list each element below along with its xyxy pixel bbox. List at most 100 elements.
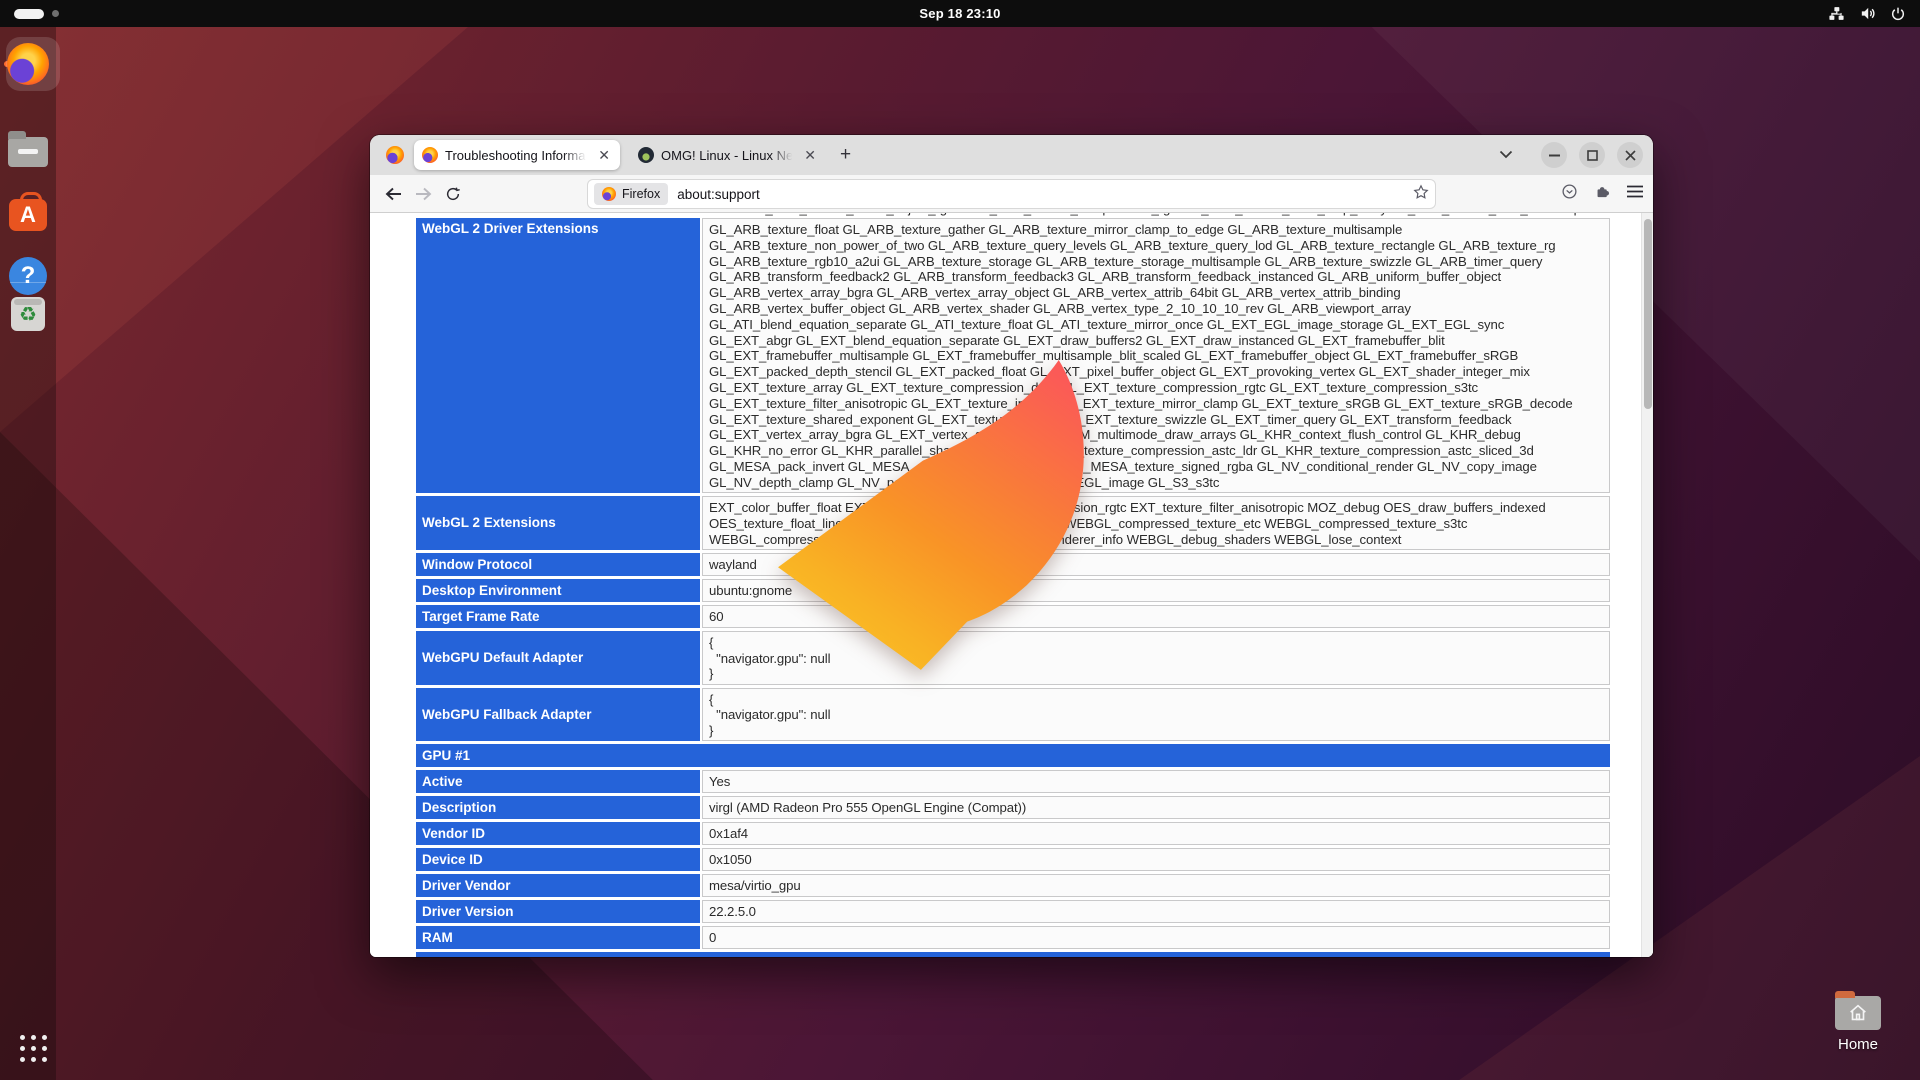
grid-dot — [31, 1046, 36, 1051]
tab-close-icon[interactable]: ✕ — [596, 146, 612, 164]
home-folder-icon — [1835, 996, 1881, 1030]
row-label: Description — [416, 796, 700, 819]
reload-button[interactable] — [438, 179, 468, 209]
value-line: { — [709, 692, 1605, 708]
firefox-icon — [7, 43, 49, 85]
help-icon: ? — [9, 257, 47, 295]
volume-icon[interactable] — [1859, 5, 1876, 22]
ubuntu-software-icon: A — [9, 199, 47, 231]
table-row: Device ID 0x1050 — [416, 848, 1610, 871]
dock-item-files[interactable] — [8, 129, 48, 167]
value-line: 0x1050 — [709, 852, 1605, 868]
value-line: GL_ARB_vertex_buffer_object GL_ARB_verte… — [709, 301, 1605, 317]
row-value: 0x1af4 — [702, 822, 1610, 845]
forward-button[interactable] — [408, 179, 438, 209]
desktop: Sep 18 23:10 A ? ♻ — [0, 0, 1920, 1080]
row-value: { "navigator.gpu": null} — [702, 688, 1610, 742]
scrollbar-thumb[interactable] — [1644, 219, 1652, 409]
tab-close-icon[interactable]: ✕ — [802, 146, 818, 164]
tab-title: OMG! Linux - Linux News, — [661, 148, 795, 163]
value-line: } — [709, 723, 1605, 739]
value-line: 0x1af4 — [709, 826, 1605, 842]
workspace-pill-active[interactable] — [14, 9, 44, 19]
url-text[interactable]: about:support — [677, 187, 1413, 202]
maximize-button[interactable] — [1579, 142, 1605, 168]
row-value: virgl (AMD Radeon Pro 555 OpenGL Engine … — [702, 796, 1610, 819]
firefox-view-icon[interactable] — [386, 146, 404, 164]
table-row: Driver Vendor mesa/virtio_gpu — [416, 874, 1610, 897]
close-button[interactable] — [1617, 142, 1643, 168]
workspace-dot[interactable] — [52, 10, 59, 17]
value-line: GL_ARB_vertex_array_bgra GL_ARB_vertex_a… — [709, 285, 1605, 301]
power-icon[interactable] — [1890, 6, 1906, 22]
site-identity-chip[interactable]: Firefox — [594, 183, 668, 205]
new-tab-button[interactable]: + — [840, 144, 851, 166]
network-icon[interactable] — [1828, 5, 1845, 22]
section-header-label: Diagnostics — [416, 952, 1610, 957]
row-label: RAM — [416, 926, 700, 949]
show-applications-button[interactable] — [20, 1035, 47, 1062]
row-label: WebGPU Default Adapter — [416, 631, 700, 685]
grid-dot — [42, 1057, 47, 1062]
tab-omg-linux[interactable]: OMG! Linux - Linux News, ✕ — [630, 140, 826, 170]
row-label: Desktop Environment — [416, 579, 700, 602]
extensions-puzzle-icon[interactable] — [1594, 183, 1611, 205]
bookmark-star-icon[interactable] — [1413, 184, 1429, 205]
firefox-icon — [602, 187, 616, 201]
url-bar[interactable]: Firefox about:support — [588, 180, 1435, 208]
menu-hamburger-icon[interactable] — [1627, 185, 1643, 203]
value-line: virgl (AMD Radeon Pro 555 OpenGL Engine … — [709, 800, 1605, 816]
row-label: Vendor ID — [416, 822, 700, 845]
desktop-home-shortcut[interactable]: Home — [1828, 996, 1888, 1053]
table-row: Description virgl (AMD Radeon Pro 555 Ope… — [416, 796, 1610, 819]
grid-dot — [20, 1046, 25, 1051]
clipped-previous-row-text: GL_ARB_texture_buffer_object_rgb32 GL_AR… — [748, 213, 1610, 216]
row-label: Device ID — [416, 848, 700, 871]
home-label: Home — [1828, 1036, 1888, 1053]
table-row: WebGPU Fallback Adapter{ "navigator.gpu"… — [416, 688, 1610, 742]
value-line: 0 — [709, 930, 1605, 946]
tab-troubleshooting[interactable]: Troubleshooting Informa ✕ — [414, 140, 620, 170]
grid-dot — [20, 1057, 25, 1062]
row-value: Yes — [702, 770, 1610, 793]
dock-item-help[interactable]: ? — [9, 257, 47, 295]
pocket-icon[interactable] — [1561, 183, 1578, 205]
table-row: ActiveYes — [416, 770, 1610, 793]
dock-item-firefox[interactable] — [7, 43, 49, 85]
row-label: Window Protocol — [416, 553, 700, 576]
row-label: WebGL 2 Extensions — [416, 496, 700, 550]
value-line: "navigator.gpu": null — [709, 707, 1605, 723]
table-row: Vendor ID 0x1af4 — [416, 822, 1610, 845]
workspace-indicator[interactable] — [14, 0, 59, 27]
value-line: GL_ARB_transform_feedback2 GL_ARB_transf… — [709, 269, 1605, 285]
system-status-area[interactable] — [1828, 0, 1906, 27]
tab-title: Troubleshooting Informa — [445, 148, 589, 163]
back-button[interactable] — [378, 179, 408, 209]
navigation-bar: Firefox about:support — [370, 175, 1653, 213]
trash-icon: ♻ — [11, 297, 45, 331]
clock[interactable]: Sep 18 23:10 — [919, 6, 1000, 21]
table-section-row: GPU #1 — [416, 744, 1610, 767]
value-line: GL_ARB_texture_non_power_of_two GL_ARB_t… — [709, 238, 1605, 254]
value-line: GL_EXT_abgr GL_EXT_blend_equation_separa… — [709, 333, 1605, 349]
grid-dot — [42, 1035, 47, 1040]
table-section-row: Diagnostics — [416, 952, 1610, 957]
toolbar-buttons — [1561, 175, 1643, 213]
row-value: 22.2.5.0 — [702, 900, 1610, 923]
grid-dot — [31, 1057, 36, 1062]
firefox-favicon — [422, 147, 438, 163]
list-tabs-chevron-icon[interactable] — [1499, 146, 1513, 164]
value-line: mesa/virtio_gpu — [709, 878, 1605, 894]
value-line: 22.2.5.0 — [709, 904, 1605, 920]
scrollbar[interactable] — [1641, 213, 1653, 957]
dock: A ? ♻ — [0, 27, 56, 1080]
row-label: WebGL 2 Driver Extensions — [416, 218, 700, 493]
row-label: WebGPU Fallback Adapter — [416, 688, 700, 742]
dock-item-ubuntu-software[interactable]: A — [9, 193, 47, 231]
dock-item-trash[interactable]: ♻ — [11, 297, 45, 331]
dock-separator — [10, 282, 46, 283]
minimize-button[interactable] — [1541, 142, 1567, 168]
row-label: Driver Vendor — [416, 874, 700, 897]
value-line: GL_ARB_texture_rgb10_a2ui GL_ARB_texture… — [709, 254, 1605, 270]
table-row: RAM 0 — [416, 926, 1610, 949]
